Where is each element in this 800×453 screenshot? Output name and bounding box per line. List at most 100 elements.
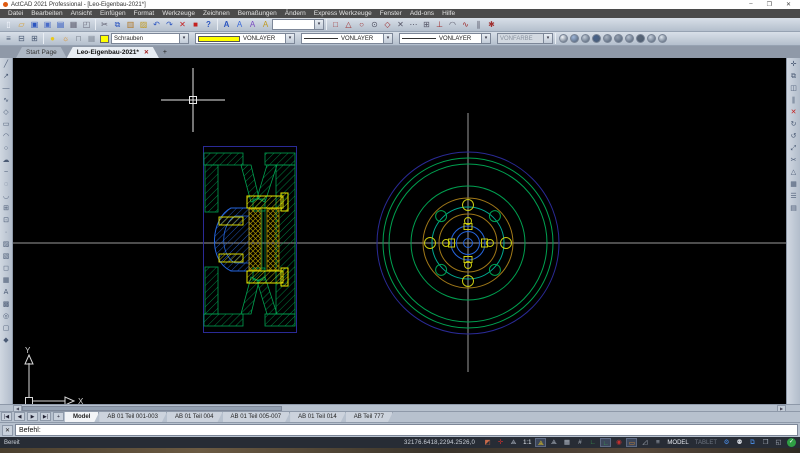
command-input[interactable]: Befehl: bbox=[15, 424, 798, 436]
menu-format[interactable]: Format bbox=[130, 10, 159, 17]
close-button[interactable]: ✕ bbox=[786, 1, 791, 8]
undo-icon[interactable] bbox=[150, 19, 163, 31]
export-icon[interactable] bbox=[54, 19, 67, 31]
point-icon[interactable] bbox=[0, 227, 12, 239]
trim-icon[interactable] bbox=[788, 155, 800, 167]
layer-on-bulb-icon[interactable] bbox=[46, 33, 59, 45]
render-flat-edges-icon[interactable] bbox=[614, 34, 623, 43]
tab-layout-1[interactable]: AB 01 Teil 001-003 bbox=[99, 412, 167, 422]
snap-parallel-icon[interactable] bbox=[472, 19, 485, 31]
model-space-button[interactable]: MODEL bbox=[667, 440, 688, 446]
wipeout-icon[interactable] bbox=[0, 299, 12, 311]
layer-freeze-sun-icon[interactable] bbox=[59, 33, 72, 45]
mtext-icon[interactable] bbox=[0, 287, 12, 299]
delete-icon[interactable] bbox=[176, 19, 189, 31]
text-style-icon[interactable] bbox=[220, 19, 233, 31]
coordinates-display[interactable]: 32176.6418,2294.2526,0 bbox=[404, 440, 475, 446]
render-gouraud-edges-icon[interactable] bbox=[625, 34, 634, 43]
layout-manager-icon[interactable] bbox=[788, 203, 800, 215]
clean-screen-icon[interactable] bbox=[773, 438, 784, 447]
line-icon[interactable] bbox=[0, 59, 12, 71]
tab-layout-2[interactable]: AB 01 Teil 004 bbox=[167, 412, 223, 422]
next-layout-button[interactable]: ▶ bbox=[27, 412, 38, 421]
scrollbar-thumb[interactable] bbox=[22, 406, 282, 411]
menu-einfuegen[interactable]: Einfügen bbox=[96, 10, 130, 17]
ellipse-arc-icon[interactable] bbox=[0, 191, 12, 203]
hatch-icon[interactable] bbox=[0, 239, 12, 251]
layer-plot-icon[interactable] bbox=[85, 33, 98, 45]
command-close-icon[interactable]: ✕ bbox=[2, 425, 13, 436]
move-icon[interactable] bbox=[788, 59, 800, 71]
stop-record-icon[interactable] bbox=[189, 19, 202, 31]
style-combobox[interactable]: ▾ bbox=[272, 19, 324, 30]
minimize-button[interactable]: – bbox=[749, 1, 752, 8]
tab-active-drawing[interactable]: Leo-Eigenbau-2021* ✕ bbox=[67, 47, 159, 58]
layer-color-swatch[interactable] bbox=[100, 35, 109, 43]
horizontal-scrollbar[interactable]: ◀ ▶ bbox=[0, 404, 800, 411]
donut-icon[interactable] bbox=[0, 311, 12, 323]
revision-cloud-icon[interactable] bbox=[0, 155, 12, 167]
render-3d-wireframe-icon[interactable] bbox=[570, 34, 579, 43]
help-icon[interactable] bbox=[202, 19, 215, 31]
menu-bemassungen[interactable]: Bemaßungen bbox=[234, 10, 281, 17]
properties-icon[interactable] bbox=[788, 191, 800, 203]
cut-icon[interactable] bbox=[98, 19, 111, 31]
render-realistic-icon[interactable] bbox=[636, 34, 645, 43]
render-conceptual-icon[interactable] bbox=[647, 34, 656, 43]
tab-model[interactable]: Model bbox=[65, 412, 99, 422]
drawing-canvas[interactable]: Y X bbox=[13, 58, 786, 404]
workspace-switch-icon[interactable] bbox=[747, 438, 758, 447]
linetype-combobox[interactable]: VONLAYER ▾ bbox=[301, 33, 393, 44]
copy-icon[interactable] bbox=[111, 19, 124, 31]
menu-datei[interactable]: Datei bbox=[4, 10, 27, 17]
add-layout-button[interactable]: + bbox=[53, 412, 64, 421]
print-preview-icon[interactable] bbox=[80, 19, 93, 31]
solid-icon[interactable] bbox=[0, 335, 12, 347]
prev-layout-button[interactable]: ◀ bbox=[14, 412, 25, 421]
menu-werkzeuge[interactable]: Werkzeuge bbox=[158, 10, 199, 17]
render-gouraud-shaded-icon[interactable] bbox=[603, 34, 612, 43]
snap-quadrant-icon[interactable] bbox=[381, 19, 394, 31]
boundary-icon[interactable] bbox=[0, 323, 12, 335]
redo-icon[interactable] bbox=[163, 19, 176, 31]
multi-text-icon[interactable] bbox=[246, 19, 259, 31]
erase-icon[interactable] bbox=[788, 107, 800, 119]
ucs-toggle-icon[interactable] bbox=[508, 438, 519, 447]
render-xray-icon[interactable] bbox=[658, 34, 667, 43]
menu-zeichnen[interactable]: Zeichnen bbox=[199, 10, 234, 17]
quick-properties-icon[interactable] bbox=[639, 438, 650, 447]
tab-layout-4[interactable]: AB 01 Teil 014 bbox=[290, 412, 346, 422]
annotation-person-icon[interactable] bbox=[734, 438, 745, 447]
text-color-icon[interactable] bbox=[259, 19, 272, 31]
snap-node-icon[interactable] bbox=[368, 19, 381, 31]
new-file-icon[interactable] bbox=[2, 19, 15, 31]
quick-view-icon[interactable] bbox=[482, 438, 493, 447]
tablet-button[interactable]: TABLET bbox=[695, 440, 717, 446]
arc-icon[interactable] bbox=[0, 131, 12, 143]
scale-icon[interactable] bbox=[788, 143, 800, 155]
tab-layout-5[interactable]: AB Teil 777 bbox=[346, 412, 393, 422]
ellipse-icon[interactable] bbox=[0, 179, 12, 191]
object-snap-icon[interactable] bbox=[613, 438, 624, 447]
print-icon[interactable] bbox=[67, 19, 80, 31]
annotation-auto-icon[interactable] bbox=[548, 438, 559, 447]
status-ok-icon[interactable]: ✓ bbox=[787, 438, 796, 447]
construction-line-icon[interactable] bbox=[0, 83, 12, 95]
menu-fenster[interactable]: Fenster bbox=[376, 10, 406, 17]
make-block-icon[interactable] bbox=[0, 215, 12, 227]
menu-bearbeiten[interactable]: Bearbeiten bbox=[27, 10, 66, 17]
render-flat-shaded-icon[interactable] bbox=[592, 34, 601, 43]
snap-tangent-icon[interactable] bbox=[446, 19, 459, 31]
menu-aendern[interactable]: Ändern bbox=[281, 10, 310, 17]
new-tab-button[interactable]: + bbox=[159, 48, 171, 58]
snap-center-icon[interactable] bbox=[355, 19, 368, 31]
open-folder-icon[interactable] bbox=[15, 19, 28, 31]
snap-toggle-icon[interactable] bbox=[495, 438, 506, 447]
color-combobox[interactable]: VONLAYER ▾ bbox=[195, 33, 295, 44]
save-as-icon[interactable] bbox=[41, 19, 54, 31]
grid-dots-icon[interactable] bbox=[561, 438, 572, 447]
spline-icon[interactable] bbox=[0, 167, 12, 179]
menu-hilfe[interactable]: Hilfe bbox=[438, 10, 459, 17]
linetype-combo-arrow[interactable]: ▾ bbox=[383, 34, 392, 43]
menu-express[interactable]: Express Werkzeuge bbox=[310, 10, 376, 17]
